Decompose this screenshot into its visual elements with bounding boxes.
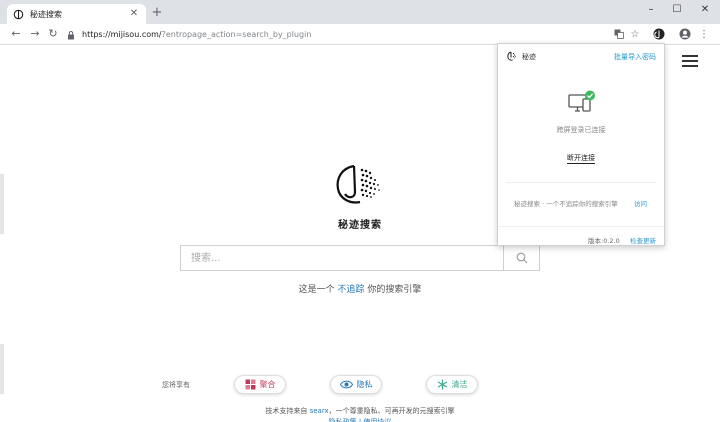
maximize-icon[interactable]: ☐ <box>664 3 690 17</box>
footer-suffix: ，一个尊重隐私、可再开发的元搜索引擎 <box>328 407 455 415</box>
forward-icon[interactable]: → <box>28 27 42 41</box>
feature-privacy-button[interactable]: 隐私 <box>330 375 382 394</box>
left-edge-strip <box>0 344 4 394</box>
popup-app-name: 秘迹 <box>522 53 536 61</box>
brand-name: 秘迹搜索 <box>338 220 382 231</box>
search-button[interactable] <box>503 246 539 270</box>
mijisou-extension-icon[interactable] <box>652 27 666 41</box>
search-box <box>180 245 540 271</box>
left-edge-strip <box>0 174 4 234</box>
tab-close-icon[interactable]: ✕ <box>128 8 140 20</box>
new-tab-icon[interactable]: + <box>150 6 164 20</box>
profile-avatar-icon[interactable] <box>678 27 692 41</box>
tagline-prefix: 这是一个 <box>298 285 338 295</box>
check-update-link[interactable]: 检查更新 <box>630 235 656 245</box>
popup-footer-divider <box>498 226 664 227</box>
menu-hamburger-icon[interactable] <box>682 55 698 67</box>
tab-title: 秘迹搜索 <box>30 9 62 19</box>
bookmark-star-icon[interactable]: ☆ <box>628 27 642 41</box>
feature-aggregate-button[interactable]: 聚合 <box>234 375 286 394</box>
search-input[interactable] <box>181 246 503 270</box>
snowflake-icon <box>437 379 447 390</box>
searx-link[interactable]: searx <box>310 407 329 415</box>
tagline: 这是一个 不追踪 你的搜索引擎 <box>200 282 520 295</box>
translate-icon[interactable] <box>612 27 626 41</box>
tab-strip: 秘迹搜索 ✕ + – ☐ ✕ <box>0 0 720 24</box>
connection-status: 跨屏登录已连接 <box>556 126 606 134</box>
minimize-icon[interactable]: – <box>638 3 664 17</box>
visit-link[interactable]: 访问 <box>634 198 647 208</box>
url-text: https://mijisou.com/?entropage_action=se… <box>82 30 311 39</box>
browser-toolbar: ← → ↻ https://mijisou.com/?entropage_act… <box>0 24 720 45</box>
enjoy-label: 您将享有 <box>162 381 190 389</box>
url-host: https://mijisou.com/ <box>82 30 162 39</box>
feature-clean-button[interactable]: 清洁 <box>426 375 478 394</box>
eye-icon <box>339 380 353 389</box>
reload-icon[interactable]: ↻ <box>46 27 60 41</box>
footer-credits: 技术支持来自 searx，一个尊重隐私、可再开发的元搜索引擎 <box>200 406 520 416</box>
disconnect-label: 断开连接 <box>567 154 595 164</box>
footer-prefix: 技术支持来自 <box>265 407 310 415</box>
extension-popup: 秘迹 批量导入密码 跨屏登录已连接 断开连接 秘迹搜索 · 一个不追踪你的搜索引… <box>497 43 665 246</box>
browser-tab[interactable]: 秘迹搜索 ✕ <box>7 4 146 24</box>
feature-clean-label: 清洁 <box>451 380 468 389</box>
popup-divider <box>506 182 656 183</box>
popup-header: 秘迹 批量导入密码 <box>498 44 664 68</box>
back-icon[interactable]: ← <box>9 27 23 41</box>
browser-menu-icon[interactable]: ⋮ <box>697 27 711 41</box>
url-query: ?entropage_action=search_by_plugin <box>161 30 312 39</box>
feature-aggregate-label: 聚合 <box>259 380 276 389</box>
mijisou-logo-icon <box>336 164 380 204</box>
mijisou-favicon-icon <box>13 9 24 19</box>
no-tracking-link[interactable]: 不追踪 <box>337 285 364 295</box>
aggregate-icon <box>245 379 255 390</box>
bulk-import-passwords-link[interactable]: 批量导入密码 <box>614 52 656 62</box>
popup-description: 秘迹搜索 · 一个不追踪你的搜索引擎 <box>514 200 618 208</box>
version-text: 版本:0.2.0 <box>588 237 620 245</box>
footer-links[interactable]: 隐私政策 | 使用协议 <box>300 417 420 422</box>
feature-privacy-label: 隐私 <box>356 380 373 389</box>
search-icon <box>516 252 527 264</box>
lock-icon <box>68 30 74 39</box>
window-close-icon[interactable]: ✕ <box>692 3 718 17</box>
devices-connected-icon <box>568 90 595 112</box>
address-bar[interactable]: https://mijisou.com/?entropage_action=se… <box>66 27 606 42</box>
mijisou-logo-small-icon <box>507 51 517 61</box>
tagline-suffix: 你的搜索引擎 <box>364 285 422 295</box>
disconnect-button[interactable]: 断开连接 <box>498 153 664 164</box>
